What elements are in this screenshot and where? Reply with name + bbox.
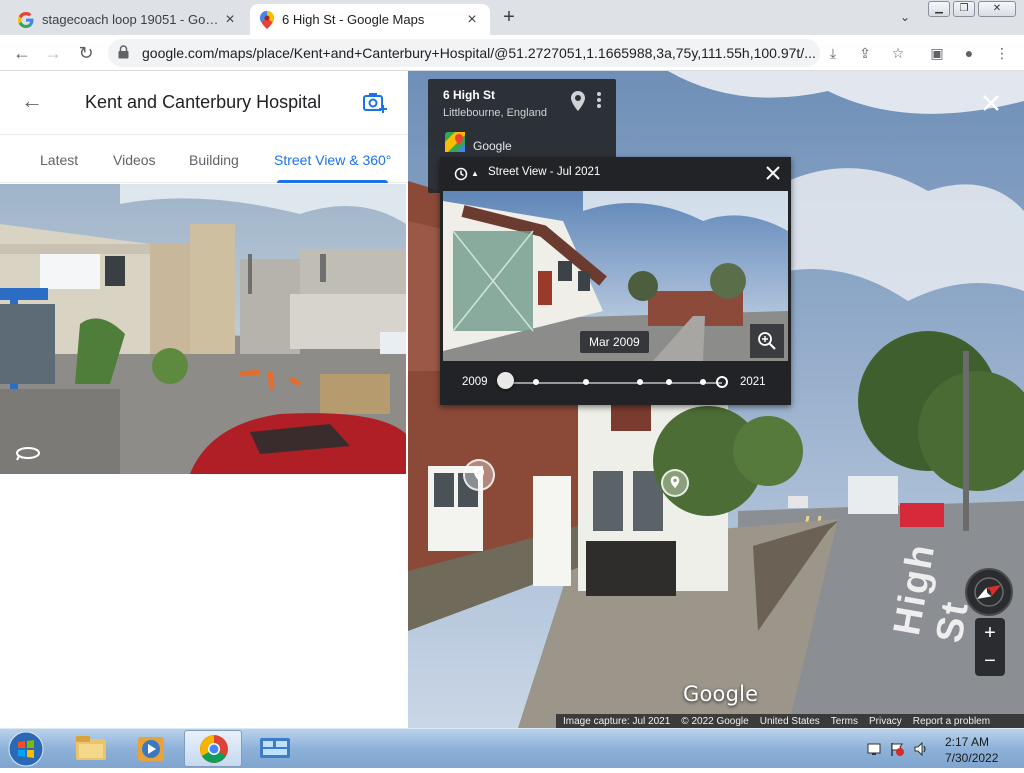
place-source: Google — [473, 139, 512, 153]
image-capture-date: Image capture: Jul 2021 — [563, 715, 671, 727]
close-window-button[interactable]: ✕ — [978, 1, 1016, 17]
side-panel-icon[interactable]: ▣ — [927, 43, 947, 63]
add-photo-icon[interactable] — [362, 90, 388, 114]
timeline-current-marker[interactable] — [716, 376, 728, 388]
place-subtitle: Littlebourne, England — [443, 107, 547, 119]
close-street-view-icon[interactable] — [981, 93, 1001, 113]
more-options-icon[interactable] — [596, 91, 602, 109]
zoom-controls: + − — [975, 618, 1005, 676]
minimize-window-button[interactable]: ▁ — [928, 1, 950, 17]
tab-latest[interactable]: Latest — [40, 152, 78, 168]
google-g-icon — [18, 11, 34, 28]
browser-toolbar: ← → ↻ google.com/maps/place/Kent+and+Can… — [0, 35, 1024, 71]
windows-taskbar: 2:17 AM 7/30/2022 — [0, 728, 1024, 768]
close-icon[interactable] — [764, 164, 782, 182]
taskbar-clock-date[interactable]: 7/30/2022 — [945, 751, 998, 765]
tab-title: 6 High St - Google Maps — [282, 12, 425, 27]
close-tab-icon[interactable]: × — [464, 11, 480, 28]
360-rotate-icon — [16, 447, 40, 461]
google-maps-pin-icon — [260, 10, 274, 29]
google-maps-logo-icon — [445, 132, 465, 152]
tab-title: stagecoach loop 19051 - Google — [42, 12, 222, 27]
timeline-dot[interactable] — [700, 379, 706, 385]
timeline-dot[interactable] — [533, 379, 539, 385]
timeline-end-year: 2021 — [740, 376, 766, 388]
system-tray: 2:17 AM 7/30/2022 — [862, 729, 1024, 769]
taskbar-clock-time[interactable]: 2:17 AM — [945, 735, 989, 749]
network-icon[interactable] — [866, 741, 882, 757]
timeline-dot[interactable] — [637, 379, 643, 385]
time-machine-panel: ▲ Street View - Jul 2021 Mar 2009 2009 2… — [440, 157, 791, 405]
browser-tab-1[interactable]: stagecoach loop 19051 - Google × — [8, 4, 248, 35]
report-problem-link[interactable]: Report a problem — [913, 716, 990, 727]
profile-avatar-icon[interactable]: ● — [959, 43, 979, 63]
tab-search-chevron-icon[interactable]: ⌄ — [896, 8, 914, 26]
tab-building[interactable]: Building — [189, 152, 239, 168]
browser-tabstrip: stagecoach loop 19051 - Google × 6 High … — [0, 0, 1024, 35]
compass-icon[interactable] — [965, 568, 1013, 616]
street-view-panorama[interactable]: 6 High St Littlebourne, England Google ▲… — [408, 71, 1024, 728]
url-text: google.com/maps/place/Kent+and+Canterbur… — [142, 45, 816, 61]
history-clock-icon[interactable] — [454, 167, 468, 181]
panel-header: ← Kent and Canterbury Hospital — [0, 71, 408, 135]
zoom-out-button[interactable]: − — [975, 648, 1005, 674]
forward-button[interactable]: → — [41, 41, 65, 65]
timeline-dot[interactable] — [666, 379, 672, 385]
zoom-in-icon[interactable] — [750, 324, 784, 358]
volume-icon[interactable] — [913, 741, 929, 757]
timeline-start-year: 2009 — [462, 376, 488, 388]
active-tab-indicator — [277, 180, 388, 183]
close-tab-icon[interactable]: × — [222, 11, 238, 28]
share-icon[interactable]: ⇪ — [855, 43, 875, 63]
chrome-taskbar-icon[interactable] — [184, 730, 242, 767]
terms-link[interactable]: Terms — [831, 716, 858, 727]
attribution-bar: Image capture: Jul 2021 © 2022 Google Un… — [556, 714, 1024, 728]
install-app-icon[interactable]: ⤓ — [823, 43, 843, 63]
photo-pin-icon[interactable] — [463, 459, 495, 491]
bookmark-star-icon[interactable]: ☆ — [888, 43, 908, 63]
back-arrow-icon[interactable]: ← — [20, 89, 44, 113]
file-explorer-taskbar-icon[interactable] — [62, 730, 120, 767]
tab-videos[interactable]: Videos — [113, 152, 156, 168]
lock-icon — [118, 45, 129, 59]
place-title: 6 High St — [443, 88, 496, 102]
privacy-link[interactable]: Privacy — [869, 716, 902, 727]
hospital-street-view-image — [0, 184, 406, 474]
browser-menu-icon[interactable]: ⋮ — [992, 43, 1012, 63]
new-tab-button[interactable]: + — [498, 7, 520, 29]
start-button[interactable] — [6, 730, 46, 768]
region-link[interactable]: United States — [760, 716, 820, 727]
preview-date-label: Mar 2009 — [580, 331, 649, 353]
timeline-dot[interactable] — [583, 379, 589, 385]
place-side-panel: ← Kent and Canterbury Hospital Latest Vi… — [0, 71, 408, 728]
time-machine-header: Street View - Jul 2021 — [488, 166, 601, 178]
browser-tab-2[interactable]: 6 High St - Google Maps × — [250, 4, 490, 35]
back-button[interactable]: ← — [10, 41, 34, 65]
copyright-text: © 2022 Google — [681, 715, 749, 727]
timeline-slider-handle[interactable] — [497, 372, 514, 389]
reload-button[interactable]: ↻ — [74, 41, 98, 65]
caret-up-icon[interactable]: ▲ — [471, 169, 479, 178]
panel-title: Kent and Canterbury Hospital — [85, 92, 322, 112]
action-center-flag-icon[interactable] — [889, 741, 905, 757]
control-panel-taskbar-icon[interactable] — [246, 730, 304, 767]
street-view-photo[interactable] — [0, 184, 406, 474]
address-bar[interactable]: google.com/maps/place/Kent+and+Canterbur… — [108, 39, 820, 67]
media-player-taskbar-icon[interactable] — [122, 730, 180, 767]
google-wordmark: Google — [683, 682, 759, 706]
zoom-in-button[interactable]: + — [975, 620, 1005, 646]
tab-street-view[interactable]: Street View & 360° — [274, 152, 391, 168]
photo-pin-icon[interactable] — [661, 469, 689, 497]
restore-window-button[interactable]: ❐ — [953, 1, 975, 17]
location-pin-icon[interactable] — [571, 91, 585, 111]
photo-category-tabs: Latest Videos Building Street View & 360… — [0, 135, 408, 183]
